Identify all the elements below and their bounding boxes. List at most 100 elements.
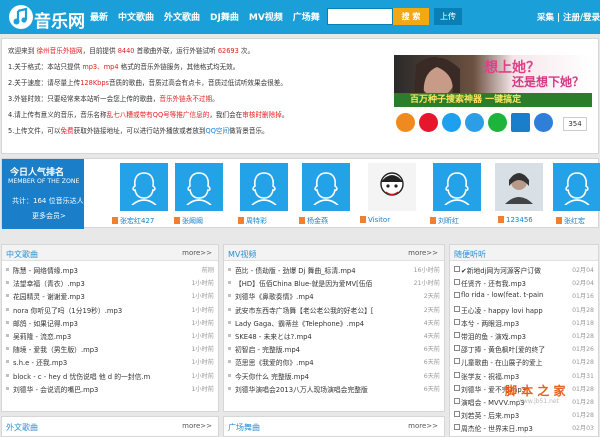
checkbox[interactable]: [454, 292, 460, 299]
wechat-icon[interactable]: [488, 113, 507, 132]
item-title[interactable]: 任贤齐 - 还有我.mp3: [461, 278, 526, 288]
member-avatar[interactable]: [120, 163, 168, 211]
search-button[interactable]: 搜 索: [393, 8, 429, 25]
list-item[interactable]: s.h.e - 还我.mp3 1小时前: [2, 355, 218, 368]
member-avatar[interactable]: [175, 163, 223, 211]
more-link[interactable]: more>>: [408, 249, 438, 257]
list-item[interactable]: ✔新地dj网为河源客户订做 02月04: [450, 263, 598, 276]
checkbox[interactable]: [454, 358, 460, 365]
member-name[interactable]: 张宏红427: [112, 216, 154, 226]
item-title[interactable]: 刘德华 - 会说谎的嘴巴.mp3: [13, 384, 98, 394]
item-title[interactable]: 吴莉隆 - 流恋.mp3: [13, 331, 71, 341]
star-icon[interactable]: [396, 113, 415, 132]
item-title[interactable]: 芭比 - 债劫版 - 劲爆 Dj 舞曲_标清.mp4: [235, 265, 356, 275]
item-title[interactable]: SKE48 - 未来とは?.mp4: [235, 331, 312, 341]
member-avatar[interactable]: [553, 163, 600, 211]
item-title[interactable]: Lady Gaga、霸蒂丝《Telephone》.mp4: [235, 318, 364, 328]
item-title[interactable]: 邮鸽 - 如果记得.mp3: [13, 318, 78, 328]
list-item[interactable]: 芭比 - 债劫版 - 劲爆 Dj 舞曲_标清.mp4 16小时前: [224, 263, 444, 276]
checkbox[interactable]: [454, 318, 460, 325]
list-item[interactable]: 儿童歌曲 - 在山展子的爱上 01月28: [450, 355, 598, 368]
member-avatar[interactable]: [433, 163, 481, 211]
item-title[interactable]: block - c - hey d 忧伤说唱 他 d 的一封信.m: [13, 371, 150, 381]
panel-title[interactable]: 中文歌曲: [6, 249, 38, 260]
member-avatar[interactable]: [302, 163, 350, 211]
list-item[interactable]: 刘德华演唱会2013八万人现场演唱会完整版 6天前: [224, 382, 444, 395]
item-title[interactable]: 刘德华演唱会2013八万人现场演唱会完整版: [235, 384, 368, 394]
list-item[interactable]: 初智启 - 完整版.mp4 6天前: [224, 342, 444, 355]
list-item[interactable]: 法望幸福（青衣）.mp3 1小时前: [2, 276, 218, 289]
list-item[interactable]: 【HD】伍佰China Blue-就是因为爱MV[伍佰 21小时前: [224, 276, 444, 289]
weibo-icon[interactable]: [419, 113, 438, 132]
more-link[interactable]: more>>: [408, 422, 438, 430]
panel-title[interactable]: 广场舞曲: [228, 422, 260, 433]
list-item[interactable]: 王心凌 - happy lovi happ 01月28: [450, 303, 598, 316]
tieba-icon[interactable]: [511, 113, 530, 132]
site-logo[interactable]: 音乐网: [8, 4, 86, 32]
item-title[interactable]: flo rida - low(feat. t-pain: [461, 291, 543, 299]
member-avatar[interactable]: [240, 163, 288, 211]
item-title[interactable]: 随境 - 爱我（男生版）.mp3: [13, 344, 98, 354]
list-item[interactable]: flo rida - low(feat. t-pain 01月16: [450, 289, 598, 302]
list-item[interactable]: 带泪的鱼 - 演戏.mp3 01月28: [450, 329, 598, 342]
list-item[interactable]: nora 你听见了吗（1分19秒）.mp3 1小时前: [2, 303, 218, 316]
item-title[interactable]: 带泪的鱼 - 演戏.mp3: [461, 331, 526, 341]
item-title[interactable]: 今天你什么 完整版.mp4: [235, 371, 309, 381]
checkbox[interactable]: [454, 279, 460, 286]
list-item[interactable]: 随境 - 爱我（男生版）.mp3 1小时前: [2, 342, 218, 355]
item-title[interactable]: 武安市东西寺广场舞【老公老公我的好老公】[: [235, 305, 374, 315]
item-title[interactable]: ✔新地dj网为河源客户订做: [461, 265, 541, 275]
list-item[interactable]: 今天你什么 完整版.mp4 6天前: [224, 369, 444, 382]
checkbox[interactable]: [454, 371, 460, 378]
item-title[interactable]: 范思思《我爱的你》.mp4: [235, 357, 314, 367]
nav-latest[interactable]: 最新: [90, 10, 108, 23]
checkbox[interactable]: [454, 266, 460, 272]
panel-title[interactable]: 外文歌曲: [6, 422, 38, 433]
member-name[interactable]: 张红宏: [556, 216, 585, 226]
checkbox[interactable]: [454, 397, 460, 404]
nav-foreign-songs[interactable]: 外文歌曲: [164, 10, 200, 23]
item-title[interactable]: 花园精灵 - 谢谢爱.mp3: [13, 291, 85, 301]
ad-banner[interactable]: 想上她？ 还是想下她？ 百万种子搜索神器 一键搞定: [394, 55, 592, 107]
item-title[interactable]: s.h.e - 还我.mp3: [13, 357, 67, 367]
upload-button[interactable]: 上传: [434, 8, 462, 25]
checkbox[interactable]: [454, 331, 460, 338]
member-name[interactable]: 周特彩: [238, 216, 267, 226]
nav-dj[interactable]: DJ舞曲: [210, 10, 239, 23]
item-title[interactable]: 法望幸福（青衣）.mp3: [13, 278, 85, 288]
list-item[interactable]: 刘德华 - 会说谎的嘴巴.mp3 1小时前: [2, 382, 218, 395]
list-item[interactable]: 刘德华《鼻歌奏情》.mp4 2天前: [224, 289, 444, 302]
qq-icon[interactable]: [534, 113, 553, 132]
member-name[interactable]: 张阚阚: [174, 216, 203, 226]
panel-title[interactable]: MV视频: [228, 249, 256, 260]
list-item[interactable]: SKE48 - 未来とは?.mp4 4天前: [224, 329, 444, 342]
p-share-icon[interactable]: [442, 113, 461, 132]
item-title[interactable]: nora 你听见了吗（1分19秒）.mp3: [13, 305, 122, 315]
nav-square-dance[interactable]: 广场舞: [293, 10, 320, 23]
item-title[interactable]: 张学友 - 祝福.mp3: [461, 371, 519, 381]
item-title[interactable]: 刘德华《鼻歌奏情》.mp4: [235, 291, 314, 301]
list-item[interactable]: 吴莉隆 - 流恋.mp3 1小时前: [2, 329, 218, 342]
checkbox[interactable]: [454, 384, 460, 391]
list-item[interactable]: block - c - hey d 忧伤说唱 他 d 的一封信.m 1小时前: [2, 369, 218, 382]
item-title[interactable]: 陈慧 - 网络情缘.mp3: [13, 265, 78, 275]
member-name[interactable]: Visitor: [360, 216, 390, 224]
list-item[interactable]: 花园精灵 - 谢谢爱.mp3 1小时前: [2, 289, 218, 302]
item-title[interactable]: 本兮 - 两眼泪.mp3: [461, 318, 519, 328]
item-title[interactable]: 【HD】伍佰China Blue-就是因为爱MV[伍佰: [235, 278, 372, 288]
more-link[interactable]: more>>: [182, 422, 212, 430]
member-name[interactable]: 刘昕红: [430, 216, 459, 226]
people-icon[interactable]: [465, 113, 484, 132]
list-item[interactable]: 本兮 - 两眼泪.mp3 01月18: [450, 316, 598, 329]
list-item[interactable]: 武安市东西寺广场舞【老公老公我的好老公】[2天前: [224, 303, 444, 316]
list-item[interactable]: 范思思《我爱的你》.mp4 6天前: [224, 355, 444, 368]
item-title[interactable]: 王心凌 - happy lovi happ: [461, 305, 543, 315]
member-name[interactable]: 杨金燕: [299, 216, 328, 226]
nav-chinese-songs[interactable]: 中文歌曲: [118, 10, 154, 23]
member-name[interactable]: 123456: [498, 216, 533, 224]
checkbox[interactable]: [454, 345, 460, 352]
list-item[interactable]: Lady Gaga、霸蒂丝《Telephone》.mp4 4天前: [224, 316, 444, 329]
list-item[interactable]: 陈慧 - 网络情缘.mp3 前刚: [2, 263, 218, 276]
item-title[interactable]: 儿童歌曲 - 在山展子的爱上: [461, 357, 543, 367]
list-item[interactable]: 任贤齐 - 还有我.mp3 02月04: [450, 276, 598, 289]
